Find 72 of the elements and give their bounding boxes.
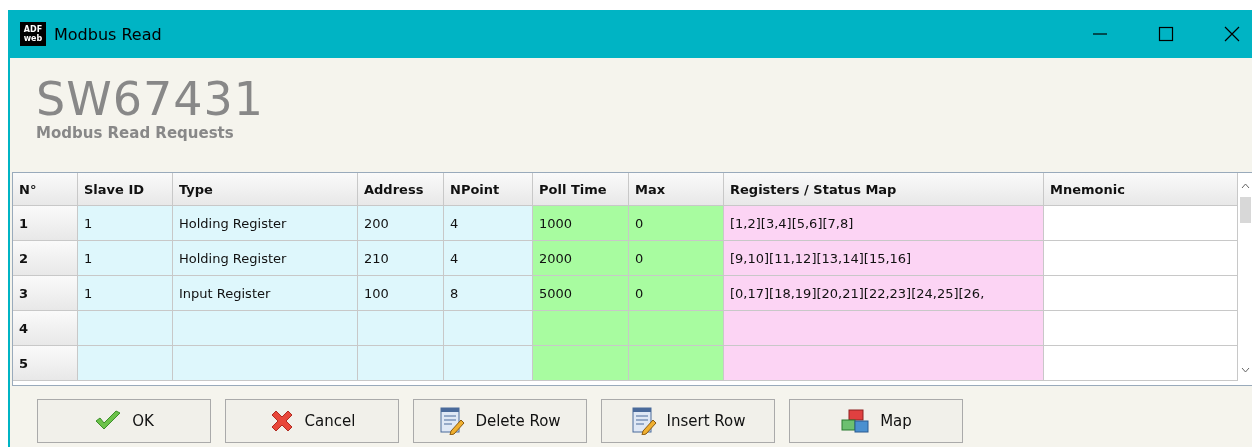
cancel-button[interactable]: Cancel	[225, 399, 399, 443]
column-header[interactable]: N°	[13, 173, 78, 206]
column-header[interactable]: Poll Time	[533, 173, 629, 206]
app-logo: ADF web	[20, 22, 46, 46]
product-code: SW67431	[36, 76, 265, 122]
table-cell[interactable]	[358, 346, 444, 381]
table-cell[interactable]: Holding Register	[173, 241, 358, 276]
table-cell[interactable]	[1044, 346, 1238, 381]
table-cell[interactable]: Holding Register	[173, 206, 358, 241]
table-cell[interactable]	[533, 346, 629, 381]
table-cell[interactable]	[1044, 206, 1238, 241]
table-cell[interactable]	[629, 311, 724, 346]
table-cell[interactable]: 100	[358, 276, 444, 311]
maximize-icon[interactable]	[1158, 26, 1174, 42]
column-header[interactable]: Registers / Status Map	[724, 173, 1044, 206]
column-header[interactable]: Address	[358, 173, 444, 206]
table-cell[interactable]	[1044, 276, 1238, 311]
page-subtitle: Modbus Read Requests	[36, 124, 235, 142]
table-cell[interactable]: [9,10][11,12][13,14][15,16]	[724, 241, 1044, 276]
scroll-up-icon[interactable]	[1241, 183, 1250, 189]
delete-button[interactable]: Delete Row	[413, 399, 587, 443]
table-cell[interactable]: 0	[629, 206, 724, 241]
table-cell[interactable]	[533, 311, 629, 346]
document-pencil-icon	[630, 407, 657, 435]
column-header[interactable]: Slave ID	[78, 173, 173, 206]
row-number[interactable]: 1	[13, 206, 78, 241]
checkmark-icon	[94, 410, 123, 432]
table-cell[interactable]	[78, 311, 173, 346]
table-cell[interactable]	[1044, 311, 1238, 346]
scroll-down-icon[interactable]	[1241, 367, 1250, 373]
table-cell[interactable]	[358, 311, 444, 346]
table-cell[interactable]: [1,2][3,4][5,6][7,8]	[724, 206, 1044, 241]
table-cell[interactable]	[78, 346, 173, 381]
table-cell[interactable]: 210	[358, 241, 444, 276]
document-pencil-icon	[439, 407, 466, 435]
table-cell[interactable]: 1	[78, 276, 173, 311]
close-icon[interactable]	[1224, 26, 1240, 42]
table-cell[interactable]	[724, 346, 1044, 381]
table-cell[interactable]	[444, 346, 533, 381]
table-cell[interactable]: 1	[78, 206, 173, 241]
table-cell[interactable]: 5000	[533, 276, 629, 311]
scroll-thumb[interactable]	[1240, 197, 1251, 223]
table-cell[interactable]: 0	[629, 241, 724, 276]
blocks-icon	[840, 408, 871, 434]
table-cell[interactable]: 1000	[533, 206, 629, 241]
window-title: Modbus Read	[54, 24, 162, 44]
row-number[interactable]: 5	[13, 346, 78, 381]
row-number[interactable]: 4	[13, 311, 78, 346]
table-cell[interactable]: 8	[444, 276, 533, 311]
row-number[interactable]: 2	[13, 241, 78, 276]
table-cell[interactable]	[629, 346, 724, 381]
column-header[interactable]: NPoint	[444, 173, 533, 206]
ok-button[interactable]: OK	[37, 399, 211, 443]
table-cell[interactable]: 2000	[533, 241, 629, 276]
table-cell[interactable]: 200	[358, 206, 444, 241]
table-cell[interactable]: 1	[78, 241, 173, 276]
column-header[interactable]: Mnemonic	[1044, 173, 1238, 206]
column-header[interactable]: Type	[173, 173, 358, 206]
table-cell[interactable]	[444, 311, 533, 346]
table-cell[interactable]: 4	[444, 241, 533, 276]
insert-button[interactable]: Insert Row	[601, 399, 775, 443]
table-cell[interactable]	[724, 311, 1044, 346]
map-button[interactable]: Map	[789, 399, 963, 443]
table-cell[interactable]: 0	[629, 276, 724, 311]
table-cell[interactable]: 4	[444, 206, 533, 241]
row-number[interactable]: 3	[13, 276, 78, 311]
table-cell[interactable]	[1044, 241, 1238, 276]
table-cell[interactable]: [0,17][18,19][20,21][22,23][24,25][26,	[724, 276, 1044, 311]
table-cell[interactable]	[173, 346, 358, 381]
table-cell[interactable]	[173, 311, 358, 346]
table-cell[interactable]: Input Register	[173, 276, 358, 311]
column-header[interactable]: Max	[629, 173, 724, 206]
